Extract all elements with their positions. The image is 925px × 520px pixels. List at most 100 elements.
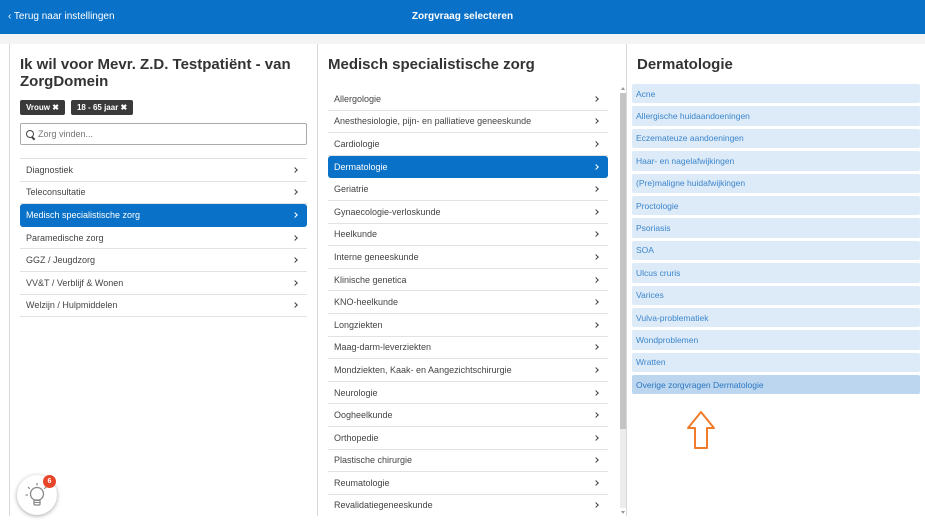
chevron-right-icon bbox=[291, 300, 301, 310]
specialism-item[interactable]: Interne geneeskunde bbox=[328, 246, 608, 269]
search-input[interactable] bbox=[38, 129, 298, 139]
specialism-item[interactable]: Cardiologie bbox=[328, 133, 608, 156]
specialism-item[interactable]: Neurologie bbox=[328, 382, 608, 405]
filter-chip-age[interactable]: 18 - 65 jaar ✖ bbox=[71, 100, 133, 115]
specialism-item[interactable]: Mondziekten, Kaak- en Aangezichtschirurg… bbox=[328, 359, 608, 382]
patient-title: Ik wil voor Mevr. Z.D. Testpatiënt - van… bbox=[10, 44, 317, 90]
specialism-item[interactable]: Longziekten bbox=[328, 314, 608, 337]
specialism-item-label: Cardiologie bbox=[334, 139, 380, 149]
specialism-item[interactable]: Plastische chirurgie bbox=[328, 450, 608, 473]
category-item-label: Welzijn / Hulpmiddelen bbox=[26, 300, 117, 310]
specialism-item-label: Allergologie bbox=[334, 94, 381, 104]
specialism-item[interactable]: Geriatrie bbox=[328, 178, 608, 201]
care-question-item[interactable]: Varices bbox=[632, 286, 920, 305]
specialism-item[interactable]: Klinische genetica bbox=[328, 269, 608, 292]
filter-chip-gender[interactable]: Vrouw ✖ bbox=[20, 100, 65, 115]
care-question-item[interactable]: Ulcus cruris bbox=[632, 263, 920, 282]
specialism-item-label: Revalidatiegeneeskunde bbox=[334, 500, 433, 510]
specialism-item-label: Dermatologie bbox=[334, 162, 388, 172]
filter-chips: Vrouw ✖ 18 - 65 jaar ✖ bbox=[10, 90, 317, 115]
specialism-item[interactable]: Heelkunde bbox=[328, 224, 608, 247]
specialism-item-label: Klinische genetica bbox=[334, 275, 407, 285]
chevron-right-icon bbox=[592, 342, 602, 352]
specialism-item[interactable]: Oogheelkunde bbox=[328, 404, 608, 427]
specialism-item-label: Maag-darm-leverziekten bbox=[334, 342, 431, 352]
specialism-item[interactable]: KNO-heelkunde bbox=[328, 291, 608, 314]
chevron-right-icon bbox=[291, 278, 301, 288]
category-item[interactable]: VV&T / Verblijf & Wonen bbox=[20, 272, 307, 295]
care-question-item[interactable]: Overige zorgvragen Dermatologie bbox=[632, 375, 920, 394]
care-question-item[interactable]: Wratten bbox=[632, 353, 920, 372]
chevron-right-icon bbox=[592, 162, 602, 172]
specialism-item[interactable]: Reumatologie bbox=[328, 472, 608, 495]
chevron-right-icon bbox=[291, 233, 301, 243]
specialism-item[interactable]: Revalidatiegeneeskunde bbox=[328, 495, 608, 516]
specialism-panel-title: Medisch specialistische zorg bbox=[318, 44, 626, 85]
page-title: Zorgvraag selecteren bbox=[0, 11, 925, 22]
specialism-item-label: Interne geneeskunde bbox=[334, 252, 419, 262]
category-item[interactable]: GGZ / Jeugdzorg bbox=[20, 249, 307, 272]
chevron-right-icon bbox=[592, 478, 602, 488]
specialism-item-label: Longziekten bbox=[334, 320, 383, 330]
specialism-item-label: KNO-heelkunde bbox=[334, 297, 398, 307]
category-list: Diagnostiek Teleconsultatie Medisch specia… bbox=[20, 158, 307, 317]
specialism-item-label: Reumatologie bbox=[334, 478, 390, 488]
care-question-item[interactable]: Vulva-problematiek bbox=[632, 308, 920, 327]
chevron-right-icon bbox=[592, 229, 602, 239]
chevron-right-icon bbox=[291, 210, 301, 220]
scroll-up-arrow-icon[interactable] bbox=[621, 87, 625, 90]
chevron-right-icon bbox=[592, 116, 602, 126]
scroll-down-arrow-icon[interactable] bbox=[621, 511, 625, 514]
specialism-item[interactable]: Orthopedie bbox=[328, 427, 608, 450]
care-question-item[interactable]: Acne bbox=[632, 84, 920, 103]
category-item-label: VV&T / Verblijf & Wonen bbox=[26, 278, 123, 288]
specialism-item[interactable]: Anesthesiologie, pijn- en palliatieve ge… bbox=[328, 111, 608, 134]
category-item-label: Medisch specialistische zorg bbox=[26, 210, 140, 220]
specialism-item[interactable]: Gynaecologie-verloskunde bbox=[328, 201, 608, 224]
top-bar: ‹ Terug naar instellingen Zorgvraag sele… bbox=[0, 0, 925, 34]
care-question-item[interactable]: Haar- en nagelafwijkingen bbox=[632, 151, 920, 170]
specialism-panel: Medisch specialistische zorg Allergologi… bbox=[317, 44, 626, 516]
category-item-label: Teleconsultatie bbox=[26, 187, 86, 197]
care-question-item[interactable]: SOA bbox=[632, 241, 920, 260]
chevron-right-icon bbox=[592, 410, 602, 420]
specialism-item-label: Plastische chirurgie bbox=[334, 455, 412, 465]
chevron-right-icon bbox=[592, 320, 602, 330]
category-item[interactable]: Diagnostiek bbox=[20, 159, 307, 182]
specialism-item-label: Neurologie bbox=[334, 388, 378, 398]
category-item[interactable]: Welzijn / Hulpmiddelen bbox=[20, 295, 307, 318]
specialism-item-label: Geriatrie bbox=[334, 184, 369, 194]
chevron-right-icon bbox=[592, 275, 602, 285]
chevron-right-icon bbox=[592, 184, 602, 194]
chevron-right-icon bbox=[592, 94, 602, 104]
chevron-right-icon bbox=[592, 139, 602, 149]
category-item-label: GGZ / Jeugdzorg bbox=[26, 255, 95, 265]
care-question-item[interactable]: Proctologie bbox=[632, 196, 920, 215]
care-question-list: Acne Allergische huidaandoeningen Eczemate… bbox=[627, 84, 925, 394]
category-item[interactable]: Medisch specialistische zorg bbox=[20, 204, 307, 227]
category-item-label: Paramedische zorg bbox=[26, 233, 104, 243]
care-question-item[interactable]: (Pre)maligne huidafwijkingen bbox=[632, 174, 920, 193]
care-question-item[interactable]: Psoriasis bbox=[632, 218, 920, 237]
specialism-item-label: Heelkunde bbox=[334, 229, 377, 239]
specialism-item-label: Anesthesiologie, pijn- en palliatieve ge… bbox=[334, 116, 531, 126]
category-item[interactable]: Paramedische zorg bbox=[20, 227, 307, 250]
header-spacer bbox=[0, 34, 925, 44]
specialism-item-label: Orthopedie bbox=[334, 433, 379, 443]
care-question-item[interactable]: Allergische huidaandoeningen bbox=[632, 106, 920, 125]
search-box[interactable] bbox=[20, 123, 307, 145]
chevron-right-icon bbox=[291, 255, 301, 265]
category-item[interactable]: Teleconsultatie bbox=[20, 182, 307, 205]
chevron-right-icon bbox=[592, 297, 602, 307]
tips-count-badge: 6 bbox=[43, 475, 56, 488]
chevron-right-icon bbox=[592, 500, 602, 510]
chevron-right-icon bbox=[592, 365, 602, 375]
chevron-right-icon bbox=[592, 388, 602, 398]
specialism-item[interactable]: Maag-darm-leverziekten bbox=[328, 337, 608, 360]
specialism-item[interactable]: Allergologie bbox=[328, 88, 608, 111]
care-question-item[interactable]: Wondproblemen bbox=[632, 330, 920, 349]
specialism-item[interactable]: Dermatologie bbox=[328, 156, 608, 179]
care-question-item[interactable]: Eczemateuze aandoeningen bbox=[632, 129, 920, 148]
chevron-right-icon bbox=[592, 433, 602, 443]
chevron-right-icon bbox=[592, 252, 602, 262]
